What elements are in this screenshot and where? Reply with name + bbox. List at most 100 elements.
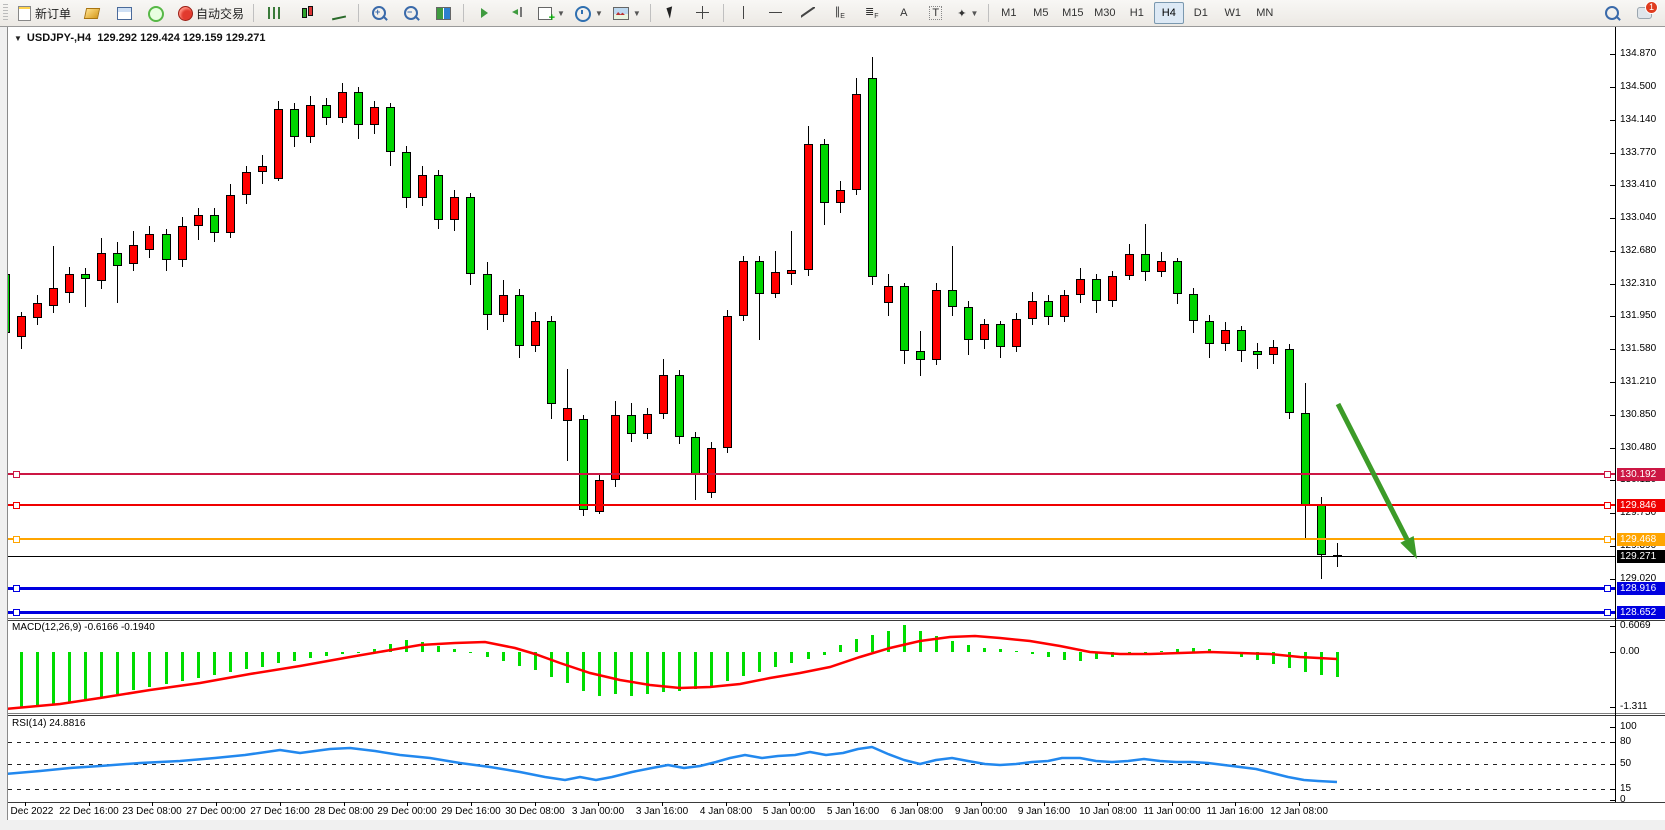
macd-histogram-bar	[855, 639, 858, 652]
timeframe-button-m1[interactable]: M1	[994, 2, 1024, 24]
candle	[274, 109, 283, 179]
zoom-in-button[interactable]: +	[364, 2, 394, 24]
vertical-line-button[interactable]	[729, 2, 759, 24]
timeframe-button-h1[interactable]: H1	[1122, 2, 1152, 24]
line-handle[interactable]	[1604, 609, 1611, 616]
price-line-130.192[interactable]	[8, 473, 1615, 475]
macd-histogram-bar	[678, 652, 681, 691]
zoom-out-button[interactable]: −	[396, 2, 426, 24]
label-icon: T	[929, 6, 942, 20]
toolbar: 新订单 自动交易 + − ▼ ▼ ▼ ∥E ≣F A T ✦▼	[0, 0, 1665, 27]
timeframe-button-mn[interactable]: MN	[1250, 2, 1280, 24]
price-line-128.652[interactable]	[8, 611, 1615, 614]
new-order-button[interactable]: 新订单	[12, 2, 75, 24]
pane-separator[interactable]	[0, 715, 1665, 716]
line-handle[interactable]	[13, 585, 20, 592]
market-button[interactable]	[77, 2, 107, 24]
candle	[804, 144, 813, 270]
candle	[81, 274, 90, 279]
price-line-129.468[interactable]	[8, 538, 1615, 540]
macd-histogram-bar	[341, 652, 344, 654]
macd-histogram-bar	[598, 652, 601, 696]
text-button[interactable]: A	[889, 2, 919, 24]
timeframe-button-h4[interactable]: H4	[1154, 2, 1184, 24]
macd-histogram-bar	[774, 652, 777, 667]
candle	[836, 190, 845, 203]
search-button[interactable]	[1597, 2, 1627, 24]
line-handle[interactable]	[1604, 471, 1611, 478]
line-chart-button[interactable]	[323, 2, 353, 24]
line-handle[interactable]	[13, 502, 20, 509]
crosshair-button[interactable]	[688, 2, 718, 24]
pane-separator[interactable]	[0, 713, 1665, 714]
timeframe-button-d1[interactable]: D1	[1186, 2, 1216, 24]
new-order-icon	[16, 5, 32, 21]
channel-button[interactable]: ∥E	[825, 2, 855, 24]
fibonacci-button[interactable]: ≣F	[857, 2, 887, 24]
notifications-button[interactable]: 1	[1629, 2, 1659, 24]
price-line-129.846[interactable]	[8, 504, 1615, 506]
cursor-button[interactable]	[656, 2, 686, 24]
mt4-terminal: 新订单 自动交易 + − ▼ ▼ ▼ ∥E ≣F A T ✦▼	[0, 0, 1665, 830]
new-chart-button[interactable]: ▼	[533, 2, 569, 24]
tile-windows-button[interactable]	[428, 2, 458, 24]
candle	[17, 316, 26, 337]
candle	[820, 144, 829, 203]
trend-arrow[interactable]	[0, 27, 1665, 618]
rsi-label: RSI(14) 24.8816	[12, 718, 85, 729]
pane-separator[interactable]	[0, 618, 1665, 619]
chart-shift-button[interactable]	[501, 2, 531, 24]
macd-histogram-bar	[839, 645, 842, 652]
market-watch-button[interactable]	[109, 2, 139, 24]
line-handle[interactable]	[1604, 502, 1611, 509]
price-axis-border	[1615, 27, 1616, 802]
macd-histogram-bar	[790, 652, 793, 663]
horizontal-line-button[interactable]	[761, 2, 791, 24]
time-tick-label: 27 Dec 16:00	[250, 806, 310, 817]
timeframe-label: M15	[1062, 7, 1083, 19]
templates-button[interactable]: ▼	[609, 2, 645, 24]
candlestick-chart-button[interactable]	[291, 2, 321, 24]
auto-scroll-button[interactable]	[469, 2, 499, 24]
candle	[306, 105, 315, 137]
close-value: 129.271	[226, 32, 266, 44]
chevron-down-icon[interactable]: ▼	[14, 34, 22, 43]
arrows-button[interactable]: ✦▼	[953, 2, 983, 24]
macd-histogram-bar	[935, 636, 938, 652]
time-tick-label: 9 Jan 16:00	[1018, 806, 1070, 817]
bar-chart-button[interactable]	[259, 2, 289, 24]
macd-histogram-bar	[758, 652, 761, 672]
candle	[771, 272, 780, 294]
toolbar-separator	[358, 4, 359, 22]
toolbar-grip[interactable]	[3, 4, 8, 22]
timeframe-button-m30[interactable]: M30	[1090, 2, 1120, 24]
signals-button[interactable]	[141, 2, 171, 24]
price-tick-label: 131.580	[1620, 343, 1656, 355]
pane-separator[interactable]	[0, 620, 1665, 621]
line-handle[interactable]	[1604, 536, 1611, 543]
line-handle[interactable]	[1604, 585, 1611, 592]
candle	[162, 234, 171, 260]
label-button[interactable]: T	[921, 2, 951, 24]
timeframe-button-w1[interactable]: W1	[1218, 2, 1248, 24]
symbol-period-label: USDJPY-,H4	[27, 32, 91, 44]
candle	[1189, 294, 1198, 321]
periods-button[interactable]: ▼	[571, 2, 607, 24]
line-handle[interactable]	[13, 536, 20, 543]
candle	[242, 172, 251, 195]
candle	[579, 419, 588, 510]
macd-histogram-bar	[1320, 652, 1323, 675]
chart-window[interactable]: 134.870134.500134.140133.770133.410133.0…	[0, 27, 1665, 820]
timeframe-label: D1	[1194, 7, 1208, 19]
line-handle[interactable]	[13, 609, 20, 616]
timeframe-button-m5[interactable]: M5	[1026, 2, 1056, 24]
candle	[755, 261, 764, 294]
trendline-button[interactable]	[793, 2, 823, 24]
price-line-128.916[interactable]	[8, 587, 1615, 590]
macd-histogram-bar	[983, 648, 986, 652]
line-handle[interactable]	[13, 471, 20, 478]
macd-label: MACD(12,26,9) -0.6166 -0.1940	[12, 622, 155, 633]
timeframe-button-m15[interactable]: M15	[1058, 2, 1088, 24]
macd-histogram-bar	[309, 652, 312, 658]
autotrading-button[interactable]: 自动交易	[173, 2, 248, 24]
